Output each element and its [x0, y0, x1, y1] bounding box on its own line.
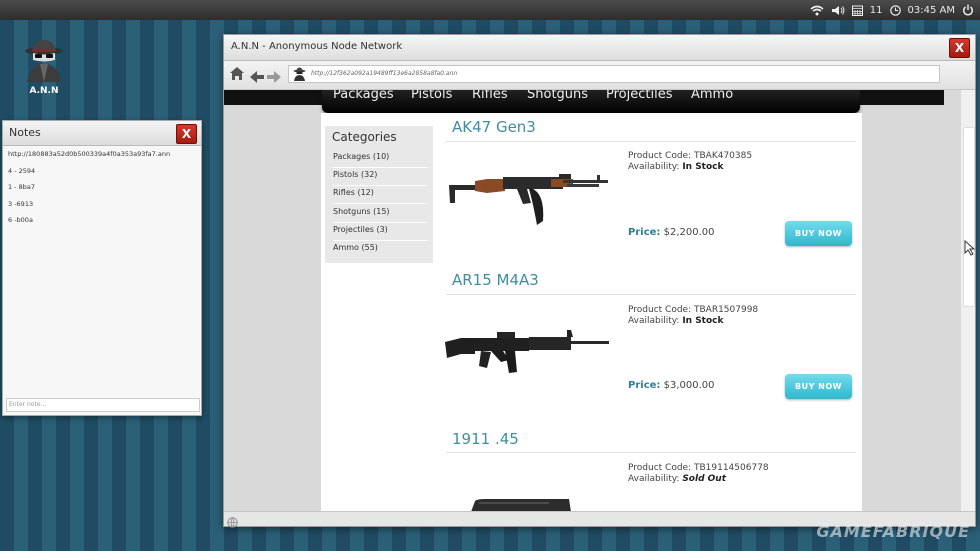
product-code-label: Product Code: [628, 151, 692, 161]
divider [446, 452, 856, 453]
product-code-label: Product Code: [628, 463, 692, 473]
product-code-label: Product Code: [628, 305, 692, 315]
address-bar[interactable]: http://12f362a092a19489ff13e6a2858a8fa0.… [288, 65, 940, 83]
categories-panel: Categories Packages (10) Pistols (32) Ri… [325, 126, 433, 263]
note-line: http://180883a52d0b500339a4f0a353a93fa7.… [8, 150, 171, 158]
product-code-row: Product Code: TB19114506778 [628, 463, 769, 474]
site-nav: Packages Pistols Rifles Shotguns Project… [322, 90, 860, 113]
spy-icon [293, 67, 306, 88]
product-code-row: Product Code: TBAR1507998 [628, 305, 758, 316]
price-label: Price: [628, 380, 661, 391]
notes-close-button[interactable]: X [176, 124, 197, 144]
categories-title: Categories [332, 130, 397, 144]
nav-ammo[interactable]: Ammo [691, 90, 733, 102]
product-title[interactable]: AK47 Gen3 [452, 118, 536, 136]
browser-close-button[interactable]: X [949, 38, 970, 58]
product-code-row: Product Code: TBAK470385 [628, 151, 752, 162]
desktop-icon-ann[interactable]: A.N.N [20, 38, 68, 96]
note-line: 1 - 8ba7 [8, 183, 35, 191]
wifi-icon[interactable] [810, 5, 824, 16]
price-label: Price: [628, 227, 661, 238]
buy-now-button[interactable]: BUY NOW [785, 374, 852, 399]
category-item[interactable]: Shotguns (15) [333, 205, 427, 223]
nav-projectiles[interactable]: Projectiles [606, 90, 672, 102]
price-value: $2,200.00 [663, 227, 715, 238]
divider [446, 294, 856, 295]
notes-list: http://180883a52d0b500339a4f0a353a93fa7.… [3, 146, 201, 237]
globe-icon [227, 513, 238, 532]
availability-status: In Stock [682, 316, 724, 326]
category-item[interactable]: Ammo (55) [333, 241, 427, 258]
browser-title: A.N.N - Anonymous Node Network [231, 41, 403, 52]
vertical-scrollbar[interactable] [961, 90, 975, 512]
power-icon[interactable] [962, 4, 974, 16]
price-value: $3,000.00 [663, 380, 715, 391]
top-panel: 11 03:45 AM [0, 0, 980, 20]
category-item[interactable]: Pistols (32) [333, 168, 427, 186]
note-line: 3 -6913 [8, 199, 34, 208]
back-arrow-icon[interactable] [250, 68, 264, 87]
ak47-image[interactable] [447, 171, 612, 233]
product-info: Product Code: TBAK470385 Availability: I… [628, 151, 752, 173]
product-title[interactable]: AR15 M4A3 [452, 271, 539, 289]
scrollbar-thumb[interactable] [963, 127, 975, 307]
availability-row: Availability: Sold Out [628, 474, 769, 485]
availability-label: Availability: [628, 474, 680, 484]
home-icon[interactable] [229, 66, 245, 85]
forward-arrow-icon[interactable] [267, 68, 281, 87]
clock-time[interactable]: 03:45 AM [908, 5, 955, 16]
spy-icon [22, 38, 66, 82]
note-line: 4 - 2594 [8, 166, 36, 175]
availability-status: In Stock [682, 162, 724, 172]
calendar-badge: 11 [869, 4, 883, 16]
product-code: TBAK470385 [693, 151, 753, 161]
product-code: TB19114506778 [693, 463, 769, 473]
product-title[interactable]: 1911 .45 [452, 430, 519, 448]
category-item[interactable]: Packages (10) [333, 150, 427, 168]
pistol-1911-image[interactable] [471, 497, 571, 512]
nav-shotguns[interactable]: Shotguns [527, 90, 588, 102]
availability-row: Availability: In Stock [628, 316, 758, 327]
page-viewport: Packages Pistols Rifles Shotguns Project… [224, 90, 961, 512]
availability-label: Availability: [628, 316, 680, 326]
note-line: 6 -b00a [8, 216, 33, 224]
availability-status: Sold Out [682, 474, 726, 484]
buy-now-button[interactable]: BUY NOW [785, 221, 852, 246]
browser-titlebar[interactable]: A.N.N - Anonymous Node Network X [224, 35, 975, 61]
product-info: Product Code: TB19114506778 Availability… [628, 463, 769, 485]
ar15-image[interactable] [443, 328, 611, 384]
desktop-icon-label: A.N.N [29, 86, 59, 96]
category-item[interactable]: Projectiles (3) [333, 223, 427, 241]
divider [446, 141, 856, 142]
notes-title: Notes [9, 126, 41, 139]
notes-titlebar[interactable]: Notes X [3, 121, 201, 146]
volume-icon[interactable] [831, 5, 845, 16]
shop-page: Categories Packages (10) Pistols (32) Ri… [321, 113, 862, 512]
product-code: TBAR1507998 [693, 305, 759, 315]
clock-icon [889, 4, 901, 16]
system-tray: 11 03:45 AM [810, 0, 974, 20]
watermark: GAMEFABRIQUE [816, 522, 970, 541]
nav-pistols[interactable]: Pistols [411, 90, 452, 102]
category-item[interactable]: Rifles (12) [333, 186, 427, 204]
product-info: Product Code: TBAR1507998 Availability: … [628, 305, 758, 327]
nav-packages[interactable]: Packages [333, 90, 394, 102]
availability-label: Availability: [628, 162, 680, 172]
price-row: Price: $3,000.00 [628, 380, 715, 391]
browser-window: A.N.N - Anonymous Node Network X http://… [223, 34, 976, 528]
notes-window: Notes X http://180883a52d0b500339a4f0a35… [2, 120, 202, 416]
price-row: Price: $2,200.00 [628, 227, 715, 238]
calendar-icon[interactable] [851, 5, 863, 16]
note-input[interactable]: Enter note... [6, 398, 200, 412]
nav-rifles[interactable]: Rifles [472, 90, 508, 102]
cursor-icon [964, 239, 976, 260]
browser-toolbar: http://12f362a092a19489ff13e6a2858a8fa0.… [224, 61, 975, 90]
url-text: http://12f362a092a19489ff13e6a2858a8fa0.… [311, 70, 458, 77]
availability-row: Availability: In Stock [628, 162, 752, 173]
